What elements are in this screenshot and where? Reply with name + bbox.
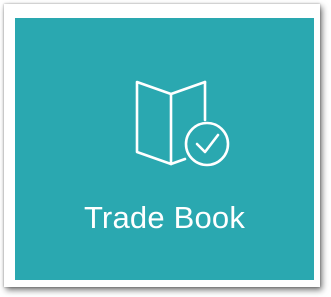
- trade-book-tile[interactable]: Trade Book: [15, 18, 314, 280]
- tile-frame: Trade Book: [4, 4, 320, 287]
- open-book-check-icon: [15, 18, 314, 178]
- tile-label: Trade Book: [83, 200, 246, 235]
